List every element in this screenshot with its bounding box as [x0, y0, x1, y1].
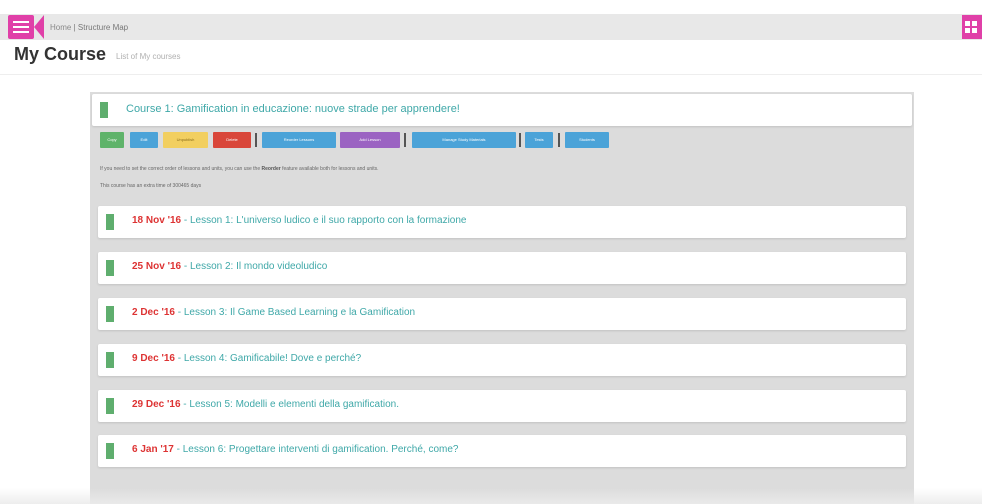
lesson-row[interactable]: 6 Jan '17 - Lesson 6: Progettare interve…: [98, 435, 906, 467]
breadcrumb-home-link[interactable]: Home: [50, 23, 71, 32]
lesson-date: 9 Dec '16: [132, 353, 175, 364]
copy-button[interactable]: Copy: [100, 132, 124, 148]
page-subtitle: List of My courses: [116, 52, 181, 61]
breadcrumb: Home | Structure Map: [50, 23, 128, 32]
menu-button[interactable]: [8, 15, 34, 39]
lesson-link[interactable]: 25 Nov '16 - Lesson 2: Il mondo videolud…: [132, 261, 327, 272]
students-button[interactable]: Students: [565, 132, 609, 148]
lesson-dash: -: [174, 307, 184, 318]
lesson-link[interactable]: 6 Jan '17 - Lesson 6: Progettare interve…: [132, 444, 458, 455]
edit-button[interactable]: Edit: [130, 132, 158, 148]
lesson-row[interactable]: 9 Dec '16 - Lesson 4: Gamificabile! Dove…: [98, 344, 906, 376]
header-divider: [0, 74, 982, 75]
lesson-row[interactable]: 2 Dec '16 - Lesson 3: Il Game Based Lear…: [98, 298, 906, 330]
bottom-shadow: [0, 488, 982, 504]
lesson-link[interactable]: 18 Nov '16 - Lesson 1: L'universo ludico…: [132, 215, 466, 226]
breadcrumb-current: Structure Map: [77, 23, 129, 32]
lesson-date: 2 Dec '16: [132, 307, 175, 318]
lesson-title: Lesson 5: Modelli e elementi della gamif…: [189, 399, 399, 410]
lesson-dash: -: [174, 353, 184, 364]
info-bold-text: Reorder: [261, 166, 281, 172]
apps-grid-button[interactable]: [962, 15, 982, 39]
grid-icon-cell: [972, 21, 977, 26]
lesson-date: 18 Nov '16: [132, 215, 182, 226]
grid-icon-cell: [965, 28, 970, 33]
lesson-date: 29 Dec '16: [132, 399, 181, 410]
page-title: My Course: [14, 44, 107, 64]
lesson-row[interactable]: 25 Nov '16 - Lesson 2: Il mondo videolud…: [98, 252, 906, 284]
lesson-dash: -: [181, 261, 190, 272]
hamburger-icon-bar: [13, 31, 29, 33]
lesson-date: 25 Nov '16: [132, 261, 182, 272]
toolbar-separator: [255, 133, 257, 147]
info-text: feature available both for lessons and u…: [282, 166, 379, 172]
hamburger-icon-bar: [13, 26, 29, 28]
add-lesson-button[interactable]: Add Lesson: [340, 132, 400, 148]
lesson-status-marker: [106, 214, 114, 230]
info-text: If you need to set the correct order of …: [100, 166, 261, 172]
unpublish-button[interactable]: Unpublish: [163, 132, 208, 148]
reorder-info-text: If you need to set the correct order of …: [100, 166, 379, 172]
lesson-title: Lesson 4: Gamificabile! Dove e perché?: [183, 353, 362, 364]
extra-time-text: This course has an extra time of 300465 …: [100, 183, 202, 189]
lesson-status-marker: [106, 443, 114, 459]
lesson-row[interactable]: 29 Dec '16 - Lesson 5: Modelli e element…: [98, 390, 906, 422]
lesson-title: Lesson 6: Progettare interventi di gamif…: [182, 444, 459, 455]
tests-button[interactable]: Tests: [525, 132, 553, 148]
toolbar-separator: [519, 133, 521, 147]
lesson-status-marker: [106, 260, 114, 276]
toolbar-separator: [404, 133, 406, 147]
top-bar: [0, 14, 982, 40]
course-title-link[interactable]: Course 1: Gamification in educazione: nu…: [126, 103, 460, 115]
lesson-title: Lesson 3: Il Game Based Learning e la Ga…: [183, 307, 416, 318]
delete-button[interactable]: Delete: [213, 132, 251, 148]
breadcrumb-separator: |: [73, 23, 76, 32]
lesson-dash: -: [173, 444, 183, 455]
lesson-title: Lesson 2: Il mondo videoludico: [189, 261, 328, 272]
lesson-link[interactable]: 2 Dec '16 - Lesson 3: Il Game Based Lear…: [132, 307, 415, 318]
grid-icon: [965, 21, 970, 26]
toolbar-separator: [558, 133, 560, 147]
menu-tab-arrow: [34, 15, 44, 39]
course-status-marker: [100, 102, 108, 118]
grid-icon-cell: [972, 28, 977, 33]
lesson-link[interactable]: 29 Dec '16 - Lesson 5: Modelli e element…: [132, 399, 399, 410]
lesson-link[interactable]: 9 Dec '16 - Lesson 4: Gamificabile! Dove…: [132, 353, 361, 364]
lesson-status-marker: [106, 306, 114, 322]
hamburger-icon: [13, 21, 29, 23]
course-header[interactable]: Course 1: Gamification in educazione: nu…: [92, 94, 912, 126]
lesson-row[interactable]: 18 Nov '16 - Lesson 1: L'universo ludico…: [98, 206, 906, 238]
study-materials-button[interactable]: Manage Study Materials: [412, 132, 516, 148]
reorder-lessons-button[interactable]: Reorder Lessons: [262, 132, 336, 148]
lesson-dash: -: [181, 215, 190, 226]
lesson-date: 6 Jan '17: [132, 444, 174, 455]
lesson-title: Lesson 1: L'universo ludico e il suo rap…: [189, 215, 467, 226]
lesson-status-marker: [106, 398, 114, 414]
lesson-status-marker: [106, 352, 114, 368]
